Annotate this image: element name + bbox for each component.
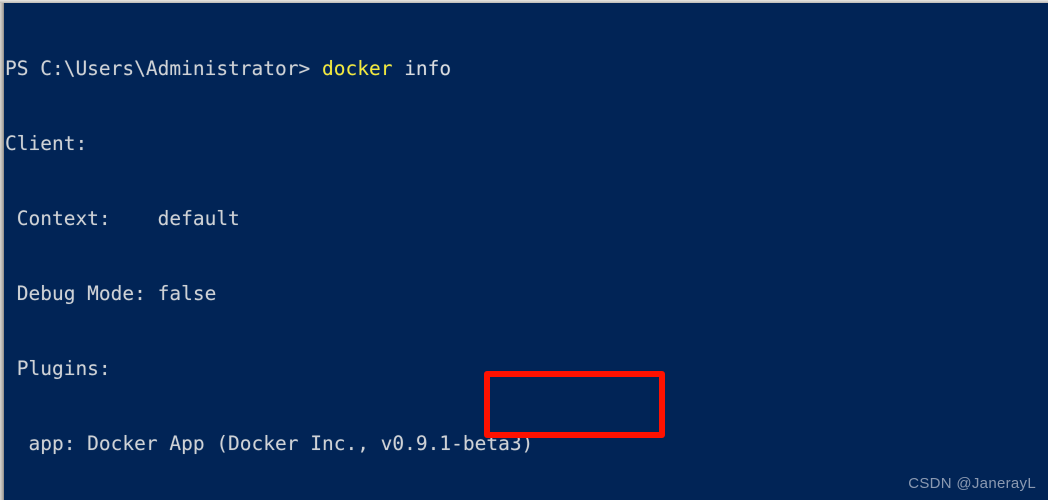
window-top-edge — [0, 0, 1048, 3]
command-args: info — [392, 57, 452, 80]
csdn-watermark: CSDN @JanerayL — [908, 475, 1036, 492]
command-name: docker — [322, 57, 393, 80]
red-highlight-rectangle — [484, 371, 665, 438]
output-line: Context: default — [5, 207, 240, 230]
prompt-text: PS C:\Users\Administrator> — [5, 57, 311, 80]
prompt-line: PS C:\Users\Administrator> docker info — [5, 56, 1048, 81]
powershell-console-screenshot: PS C:\Users\Administrator> docker info C… — [0, 0, 1048, 500]
output-line: Client: — [5, 132, 88, 155]
output-line: Debug Mode: false — [5, 282, 217, 305]
window-left-edge-scrollbar[interactable] — [0, 0, 4, 500]
